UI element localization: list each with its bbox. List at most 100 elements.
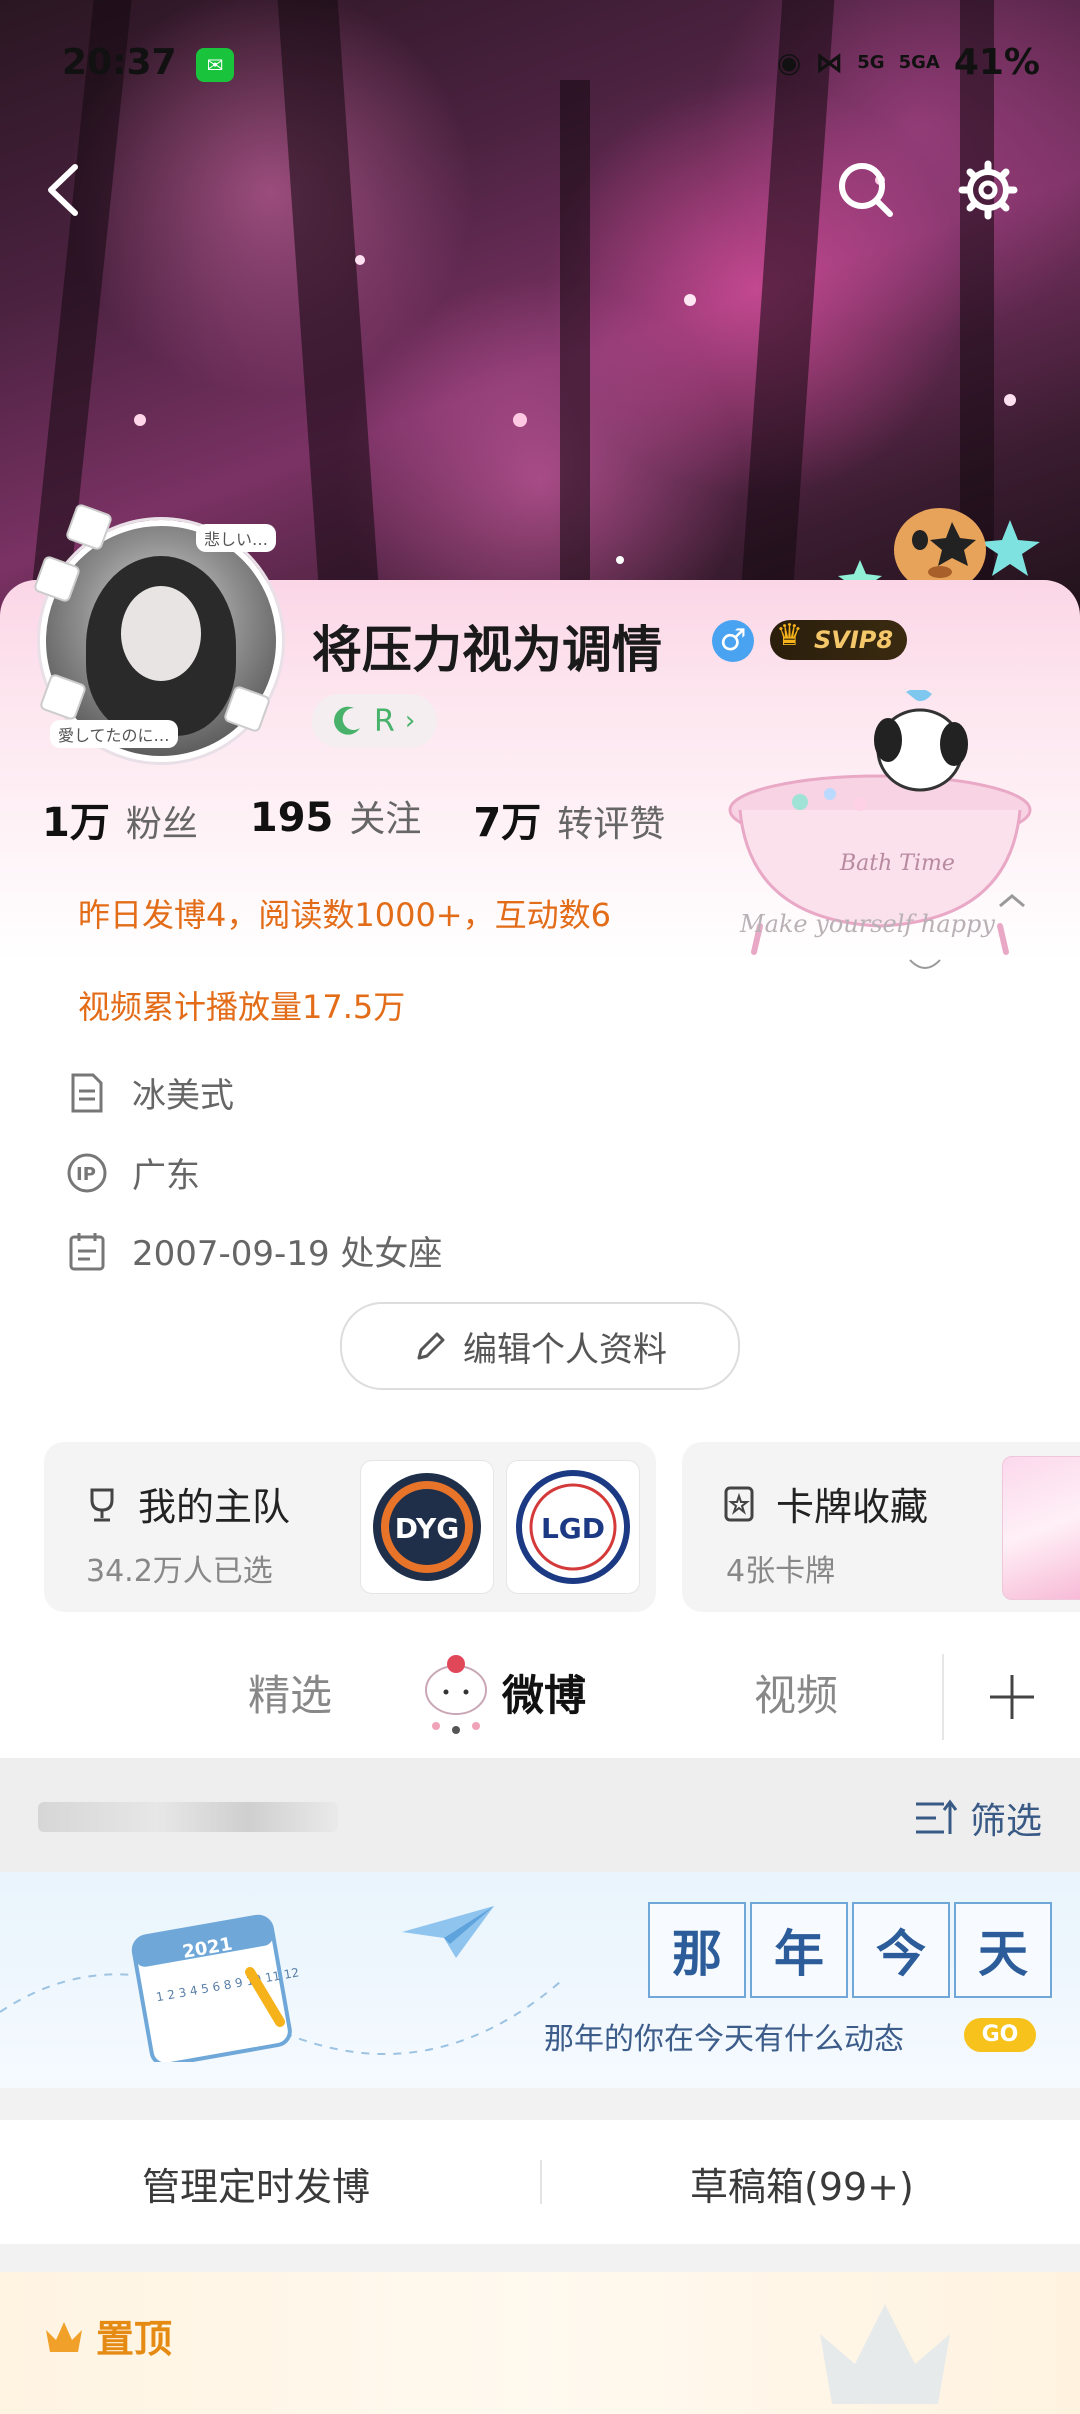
gender-male-icon: ♂ — [712, 620, 754, 662]
edit-profile-button[interactable]: 编辑个人资料 — [340, 1302, 740, 1390]
filter-icon — [915, 1799, 958, 1834]
card-thumbnail[interactable] — [1002, 1456, 1080, 1600]
my-team-title: 我的主队 — [138, 1485, 291, 1529]
card-collection-title-row: 卡牌收藏 — [720, 1476, 928, 1531]
team-logo-dyg[interactable]: DYG — [360, 1460, 494, 1594]
network-5g: 5G — [857, 52, 885, 73]
card-icon — [724, 1486, 754, 1521]
avatar-note-top: 悲しい… — [196, 524, 277, 552]
card-collection-sub: 4张卡牌 — [726, 1554, 836, 1589]
network-5ga: 5GA — [898, 52, 940, 73]
bath-decoration: Bath Time Make yourself happy — [728, 690, 1032, 969]
stat-interactions-num: 7万 — [473, 800, 542, 846]
title-char: 今 — [852, 1902, 950, 1998]
filter-bar: 筛选 — [0, 1758, 1080, 1872]
filter-label: 筛选 — [969, 1801, 1042, 1842]
avatar-note-bottom: 愛してたのに… — [50, 720, 178, 748]
add-tab-button[interactable] — [942, 1654, 1080, 1740]
paper-plane-icon — [402, 1906, 494, 1958]
bio-text: 冰美式 — [132, 1076, 234, 1116]
battery-level: 41% — [953, 42, 1040, 83]
search-button[interactable] — [826, 150, 906, 230]
crown-icon: ♛ — [776, 618, 803, 653]
tab-weibo[interactable]: 微博 — [502, 1662, 586, 1723]
my-team-title-row: 我的主队 — [82, 1476, 290, 1531]
cat-sticker-icon — [425, 1655, 487, 1734]
calendar-illustration: 2021 1 2 3 4 5 6 8 9 10 11 12 15 16 — [131, 1914, 300, 2062]
bow-icon: ⋈ — [815, 46, 844, 79]
info-ip: IP 广东 — [64, 1148, 200, 1197]
profile-tabs: 精选 微博 视频 — [0, 1640, 1080, 1758]
title-char: 年 — [750, 1902, 848, 1998]
divider — [540, 2160, 542, 2204]
moon-icon — [334, 706, 360, 735]
plus-icon — [990, 1675, 1034, 1719]
stat-following-label: 关注 — [349, 799, 422, 840]
stat-fans-num: 1万 — [42, 800, 110, 846]
back-arrow-icon — [48, 164, 78, 216]
team-logo-lgd-text: LGD — [541, 1512, 605, 1545]
bunny-icon: ◉ — [776, 46, 802, 79]
ip-icon: IP — [64, 1150, 110, 1196]
highlight-yesterday[interactable]: 昨日发博4，阅读数1000+，互动数6 — [78, 890, 611, 936]
highlight-video-plays[interactable]: 视频累计播放量17.5万 — [78, 982, 405, 1028]
stat-following-num: 195 — [249, 795, 334, 841]
blurred-summary — [38, 1802, 338, 1832]
profile-stats: 1万 粉丝 195 关注 7万 转评赞 — [42, 790, 717, 848]
tab-featured[interactable]: 精选 — [248, 1662, 332, 1723]
svg-text:IP: IP — [76, 1164, 96, 1185]
stat-following[interactable]: 195 关注 — [250, 790, 422, 848]
tab-video[interactable]: 视频 — [754, 1662, 838, 1723]
back-button[interactable] — [22, 150, 102, 230]
vip-label: SVIP8 — [814, 626, 894, 654]
stat-fans-label: 粉丝 — [125, 804, 198, 845]
info-birthday: 2007-09-19 处女座 — [64, 1226, 442, 1275]
crown-icon — [46, 2321, 82, 2352]
title-char: 天 — [954, 1902, 1052, 1998]
crown-watermark-icon — [820, 2304, 950, 2404]
bath-text-2: Make yourself happy — [739, 910, 995, 938]
level-label: R — [374, 703, 395, 739]
trophy-icon — [90, 1488, 114, 1521]
pencil-icon — [417, 1332, 445, 1360]
ip-location: 广东 — [132, 1156, 200, 1196]
status-right: ◉ ⋈ 5G 5GA 41% — [777, 42, 1040, 83]
collapse-chevron-icon — [999, 894, 1025, 908]
title-char: 那 — [648, 1902, 746, 1998]
team-logo-lgd[interactable]: LGD — [506, 1460, 640, 1594]
info-bio: 冰美式 — [64, 1068, 234, 1117]
level-badge[interactable]: R › — [312, 694, 438, 748]
my-team-card[interactable]: 我的主队 34.2万人已选 DYG LGD — [44, 1442, 656, 1612]
wechat-icon: ✉ — [196, 48, 234, 82]
edit-profile-label: 编辑个人资料 — [463, 1329, 667, 1370]
status-bar: 20:37 ✉ ◉ ⋈ 5G 5GA 41% — [0, 36, 1080, 92]
stat-interactions-label: 转评赞 — [557, 804, 666, 845]
pinned-label-row: 置顶 — [42, 2308, 172, 2363]
birthday-text: 2007-09-19 处女座 — [132, 1234, 443, 1274]
search-icon — [839, 163, 893, 217]
document-icon — [64, 1070, 110, 1116]
settings-button[interactable] — [948, 150, 1028, 230]
my-team-sub: 34.2万人已选 — [86, 1554, 273, 1589]
on-this-day-subtitle: 那年的你在今天有什么动态 — [544, 2022, 904, 2057]
card-collection[interactable]: 卡牌收藏 4张卡牌 — [682, 1442, 1080, 1612]
status-time: 20:37 — [62, 42, 177, 83]
on-this-day-title: 那 年 今 天 — [648, 1902, 1056, 1998]
username: 将压力视为调情 — [312, 621, 662, 679]
drafts-button[interactable]: 草稿箱(99+) — [690, 2156, 914, 2211]
gear-icon — [958, 160, 1018, 220]
vip-badge[interactable]: ♛ SVIP8 — [770, 618, 908, 660]
chevron-right-icon: › — [404, 706, 416, 736]
scheduled-posts-button[interactable]: 管理定时发博 — [142, 2156, 370, 2211]
go-button[interactable]: GO — [964, 2018, 1036, 2052]
stat-interactions[interactable]: 7万 转评赞 — [473, 790, 665, 848]
pinned-section: 置顶 — [0, 2272, 1080, 2414]
calendar-icon — [64, 1228, 110, 1274]
on-this-day-banner[interactable]: 2021 1 2 3 4 5 6 8 9 10 11 12 15 16 那 年 … — [0, 1872, 1080, 2088]
filter-button[interactable]: 筛选 — [914, 1792, 1042, 1844]
post-management-row: 管理定时发博 草稿箱(99+) — [0, 2120, 1080, 2244]
bath-text-1: Bath Time — [839, 851, 955, 876]
team-logo-dyg-text: DYG — [395, 1512, 459, 1545]
pinned-label: 置顶 — [96, 2317, 173, 2361]
stat-fans[interactable]: 1万 粉丝 — [42, 790, 198, 848]
